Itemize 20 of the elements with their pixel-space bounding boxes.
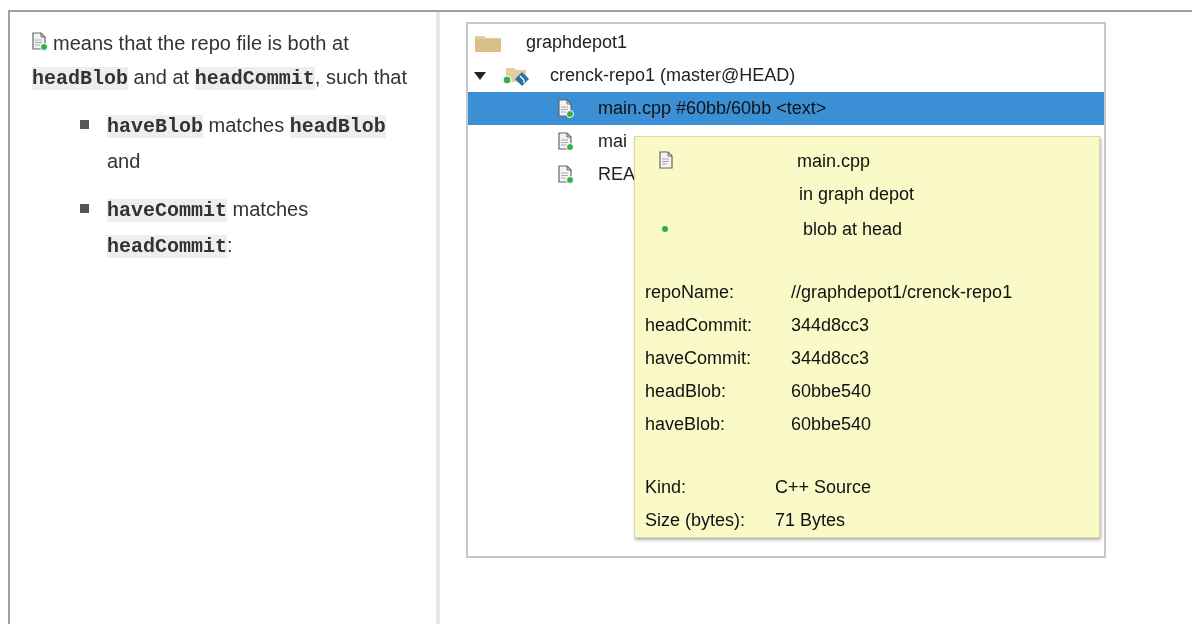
- tooltip-subtitle: in graph depot: [799, 183, 915, 206]
- property-label: haveBlob:: [645, 413, 727, 436]
- property-label: Kind:: [645, 476, 688, 499]
- property-label: Size (bytes):: [645, 509, 747, 532]
- property-value: //graphdepot1/crenck-repo1: [791, 281, 1013, 304]
- property-value: 71 Bytes: [775, 509, 847, 532]
- property-label: headCommit:: [645, 314, 754, 337]
- tooltip-title: main.cpp: [797, 150, 872, 173]
- property-value: 344d8cc3: [791, 347, 871, 370]
- status-text: blob at head: [803, 218, 903, 241]
- property-label: headBlob:: [645, 380, 728, 403]
- property-value: C++ Source: [775, 476, 872, 499]
- property-value: 60bbe540: [791, 413, 873, 436]
- property-label: repoName:: [645, 281, 736, 304]
- bullet-text: haveCommit matches headCommit:: [107, 197, 310, 260]
- property-value: 60bbe540: [791, 380, 873, 403]
- bullet-text: haveBlob matches headBlob and: [107, 113, 387, 174]
- property-value: 344d8cc3: [791, 314, 871, 337]
- property-label: haveCommit:: [645, 347, 753, 370]
- description-text: means that the repo file is both at headBlob and at headCommit, such that: [32, 31, 409, 92]
